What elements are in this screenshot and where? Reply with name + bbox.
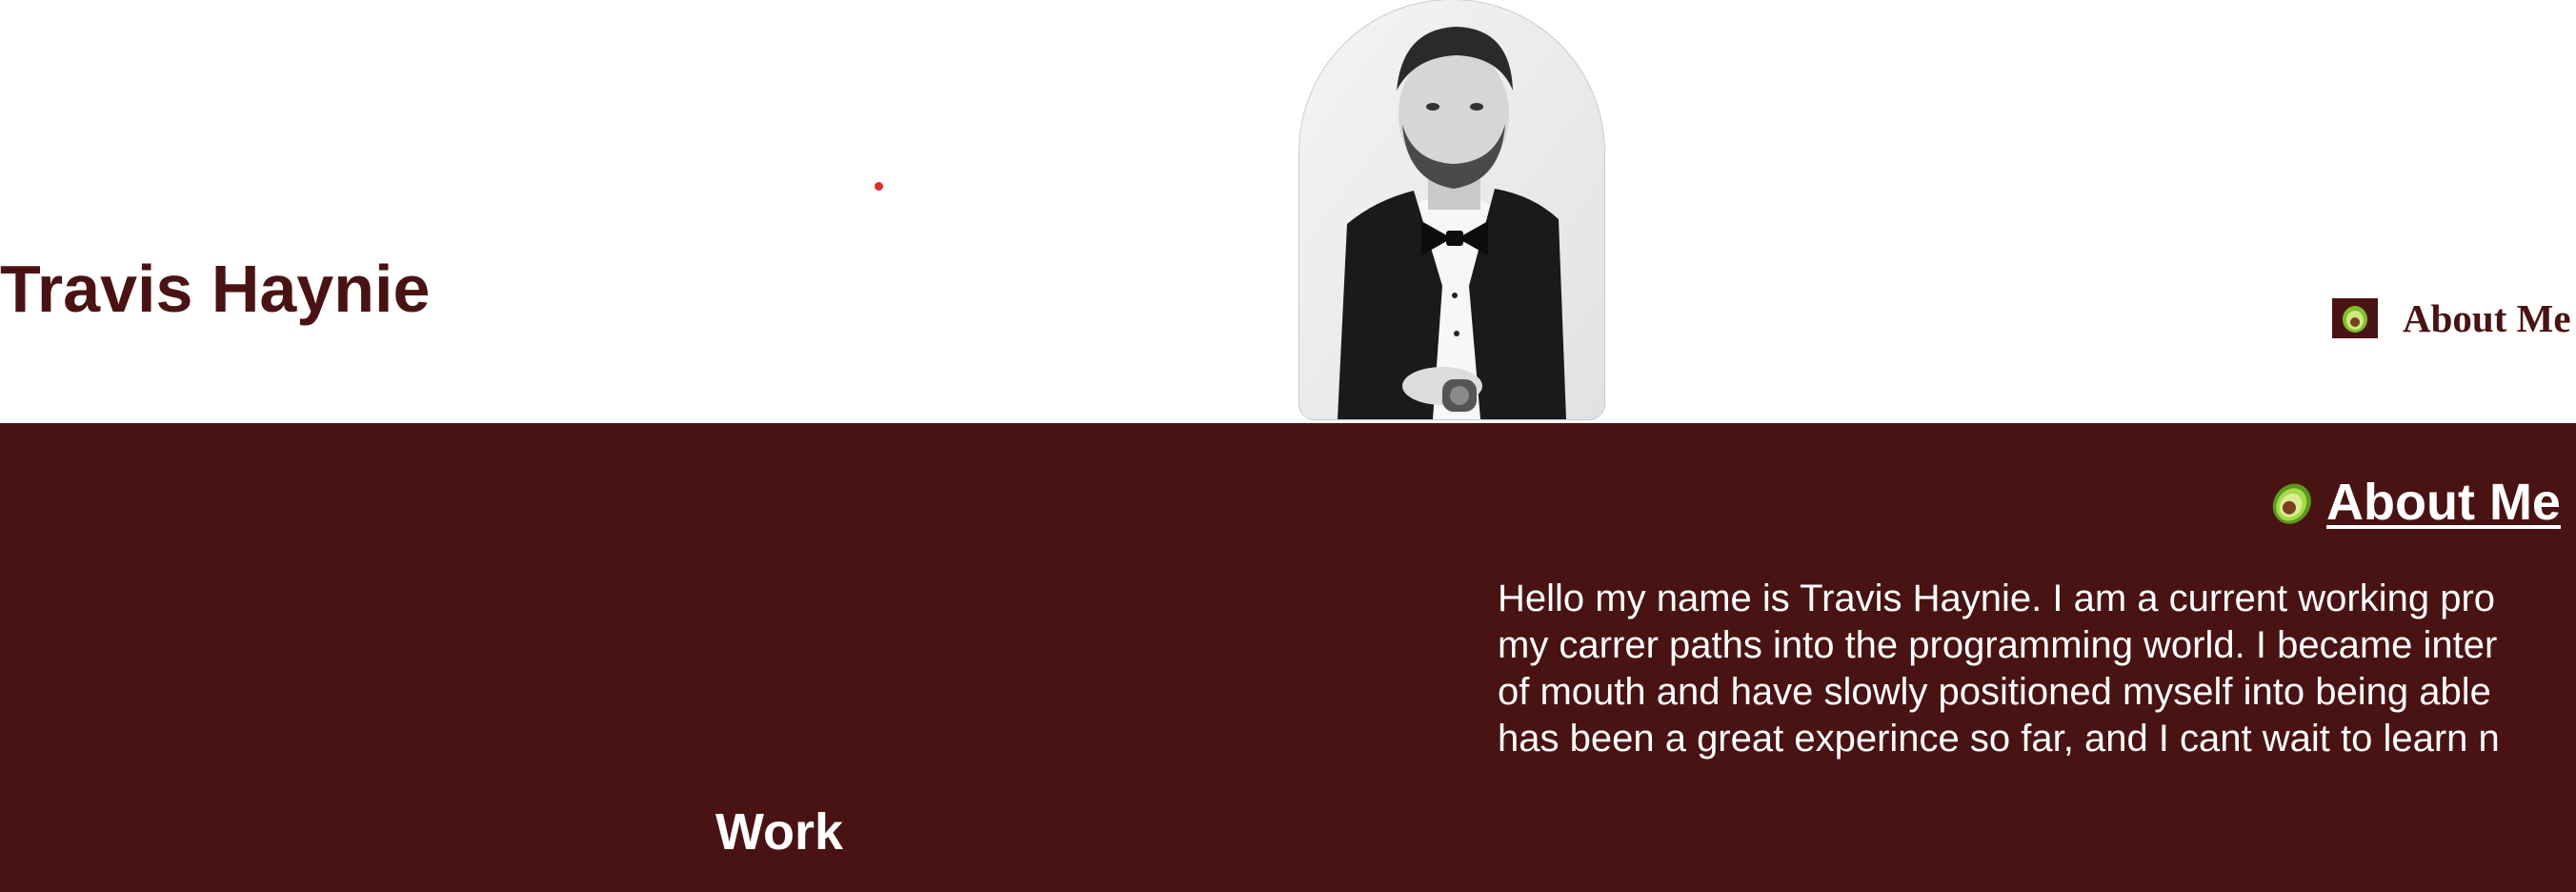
about-line: my carrer paths into the programming wor… [1498, 624, 2498, 666]
avocado-icon [2332, 298, 2378, 338]
about-heading-text: About Me [2326, 474, 2561, 531]
portrait-illustration [1299, 0, 1604, 419]
work-heading: Work [715, 803, 844, 861]
about-line: of mouth and have slowly positioned myse… [1498, 671, 2491, 713]
avocado-icon [2267, 476, 2319, 528]
main-nav: About Me [2332, 295, 2571, 341]
site-title: Travis Haynie [0, 252, 431, 326]
nav-link-about-me[interactable]: About Me [2403, 295, 2571, 341]
about-section: About Me Hello my name is Travis Haynie.… [0, 423, 2576, 892]
decorative-dot [875, 182, 883, 191]
page: Travis Haynie About Me About Me Hello my… [0, 0, 2576, 892]
profile-photo [1299, 0, 1604, 419]
site-header: Travis Haynie About Me [0, 0, 2576, 423]
about-heading: About Me [2267, 473, 2561, 532]
about-paragraph: Hello my name is Travis Haynie. I am a c… [1498, 576, 2576, 762]
about-line: Hello my name is Travis Haynie. I am a c… [1498, 578, 2496, 619]
about-line: has been a great experince so far, and I… [1498, 718, 2500, 760]
